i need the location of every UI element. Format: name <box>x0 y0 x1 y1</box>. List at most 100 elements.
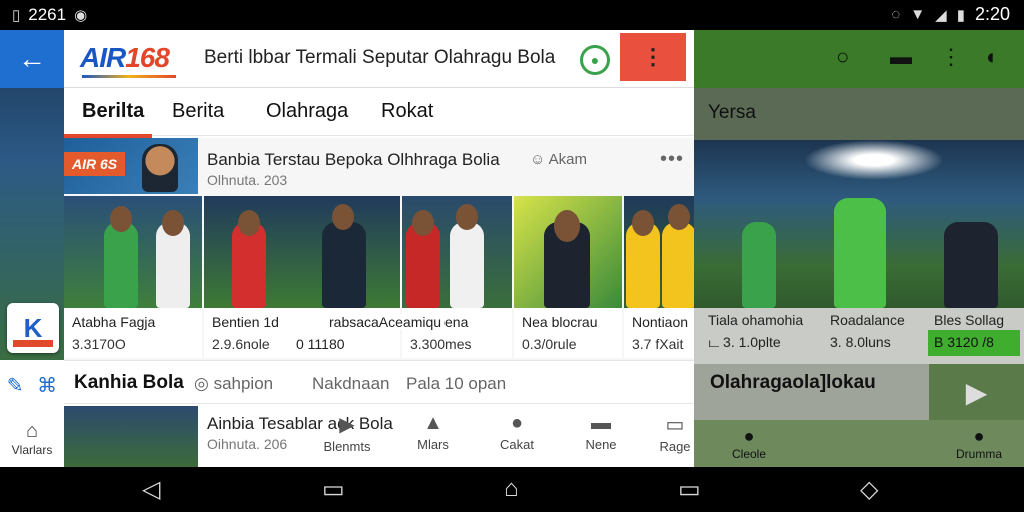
bookmark-icon[interactable]: ⌘ <box>37 373 57 398</box>
bottom-nav-nene[interactable]: ▬ Nene <box>566 412 636 452</box>
player-tile[interactable]: Bentien 1d 2.9.6nole <box>204 196 400 358</box>
search-button[interactable]: ● <box>580 45 610 75</box>
bottom-nav-label: Mlars <box>417 437 449 452</box>
overview-icon[interactable]: ▭ <box>678 475 701 504</box>
brand-logo-number: 168 <box>125 42 170 73</box>
right-nav-cleole[interactable]: ● Cleole <box>714 426 784 461</box>
alarm-clock-icon: ◌ <box>891 6 901 23</box>
bottom-nav-label: Rage <box>659 439 691 454</box>
section-link-label: sahpion <box>213 374 274 393</box>
section-link-nakdnaan[interactable]: Nakdnaan <box>312 374 390 394</box>
tablet-icon: ▬ <box>591 412 611 434</box>
right-tab[interactable]: Yersa <box>708 102 756 124</box>
featured-card[interactable]: AIR 6S Banbia Terstau Bepoka Olhhraga Bo… <box>64 138 694 360</box>
tile-name-shared: rabsacaAceamiqu <box>329 314 442 330</box>
tile-name: Atabha Fagja <box>72 314 156 330</box>
home-icon: ⌂ <box>25 420 39 442</box>
featured-title: Banbia Terstau Bepoka Olhhraga Bolia <box>207 150 500 169</box>
player-tile[interactable]: Dlelibena 3.300mes <box>402 196 512 358</box>
featured-action-label: Akam <box>548 151 587 168</box>
player-image <box>64 196 202 308</box>
right-tile-meta: 3. 8.0luns <box>830 334 891 350</box>
right-tile-meta-badge: B 3120 /8 <box>928 330 1020 356</box>
signal-icon: ◢ <box>935 6 947 24</box>
article-thumbnail <box>64 406 198 467</box>
more-vertical-icon[interactable]: ⋮ <box>940 44 962 70</box>
bottom-nav-mlars[interactable]: ▲ Mlars <box>398 412 468 452</box>
profile-icon: ● <box>743 426 755 446</box>
wifi-icon: ▼ <box>910 6 926 23</box>
article-row[interactable]: Ainbia Tesablar ack Bola Oihnuta. 206 ▶ B… <box>64 404 694 467</box>
app-logo-icon[interactable]: K <box>7 303 59 353</box>
player-tile[interactable]: Nea blocrau 0.3/0rule <box>514 196 622 358</box>
overflow-menu-button[interactable]: ⋮ <box>620 33 686 81</box>
tile-meta: 3.300mes <box>410 336 472 352</box>
tile-name: Nontiaon <box>632 314 689 330</box>
tile-meta: 2.9.6nole <box>212 336 270 352</box>
featured-badge: AIR 6S <box>64 152 126 176</box>
battery-icon: ▮ <box>956 6 965 24</box>
tab-rokat[interactable]: Rokat <box>381 100 433 123</box>
main-app-panel: AIR168 Berti lbbar Termali Seputar Olahr… <box>64 30 694 467</box>
section-link-sahpion[interactable]: ◎ sahpion <box>194 374 273 394</box>
left-nav-label: Vlarlars <box>11 443 53 457</box>
right-nav-label: Drumma <box>955 447 1002 461</box>
tile-meta: 0.3/0rule <box>522 336 577 352</box>
back-button[interactable]: ← <box>0 30 64 88</box>
search-icon[interactable]: ○ <box>836 44 849 70</box>
right-tile-name: Roadalance <box>830 312 905 328</box>
bottom-nav-blenmts[interactable]: ▶ Blenmts <box>312 412 382 454</box>
play-button[interactable]: ▶ <box>929 364 1024 420</box>
right-tile-name: Tiala ohamohia <box>708 312 804 328</box>
account-icon[interactable]: ◐ <box>986 44 999 70</box>
right-tile-meta: ட 3. 1.0plte <box>708 334 781 350</box>
tile-overlay-name: rabsacaAceamiqu <box>326 314 445 330</box>
home-icon[interactable]: ⌂ <box>504 475 519 503</box>
tab-berilta[interactable]: Berilta <box>82 100 144 123</box>
right-nav-label: Cleole <box>731 447 767 461</box>
pencil-icon[interactable]: ✎ <box>7 373 24 398</box>
recents-icon[interactable]: ▭ <box>322 475 345 504</box>
search-icon: ● <box>590 52 600 68</box>
rotate-icon[interactable]: ◇ <box>860 475 878 504</box>
player-tile[interactable]: Atabha Fagja 3.3170O <box>64 196 202 358</box>
bottom-nav-cakat[interactable]: ● Cakat <box>482 412 552 452</box>
play-icon: ▶ <box>339 414 355 436</box>
section-link-pala[interactable]: Pala 10 opan <box>406 374 506 394</box>
tile-meta: 3.7 fXait <box>632 336 684 352</box>
right-hero-image[interactable] <box>694 140 1024 308</box>
right-nav-drumma[interactable]: ● Drumma <box>944 426 1014 461</box>
more-vertical-icon: ⋮ <box>642 44 664 69</box>
tab-bar: Berilta Berita Olahraga Rokat <box>64 88 694 136</box>
player-image <box>624 196 694 308</box>
page-title: Berti lbbar Termali Seputar Olahragu Bol… <box>204 47 556 68</box>
right-bottom-nav: ● Cleole ● Drumma <box>694 420 1024 467</box>
tile-meta-shared: 0 11180 <box>296 336 345 352</box>
more-horizontal-icon[interactable]: ••• <box>660 148 684 171</box>
tile-overlay-text: 0 11180 <box>296 336 345 352</box>
tab-olahraga[interactable]: Olahraga <box>266 100 348 123</box>
player-tile[interactable]: Nontiaon 3.7 fXait <box>624 196 694 358</box>
featured-date: Olhnuta. 203 <box>207 172 288 188</box>
back-icon[interactable]: ◁ <box>142 475 160 504</box>
right-app-header: ○ ▬ ⋮ ◐ <box>694 30 1024 88</box>
featured-action[interactable]: ☺ Akam <box>530 151 587 168</box>
app-header: AIR168 Berti lbbar Termali Seputar Olahr… <box>64 30 694 88</box>
tile-name: Bentien 1d <box>212 314 279 330</box>
tile-name: Nea blocrau <box>522 314 598 330</box>
featured-thumbnail: AIR 6S <box>64 138 198 194</box>
right-tiles: Tiala ohamohia ட 3. 1.0plte Roadalance 3… <box>694 308 1024 364</box>
right-section-title: Olahragaola]lokau <box>710 372 876 393</box>
left-nav-home[interactable]: ⌂ Vlarlars <box>0 410 64 467</box>
right-tile-name: Bles Sollag <box>934 312 1005 328</box>
brand-logo[interactable]: AIR168 <box>80 42 176 78</box>
player-image <box>402 196 512 308</box>
bottom-nav-rage[interactable]: ▭ Rage <box>640 412 694 454</box>
player-image <box>204 196 400 308</box>
tab-berita[interactable]: Berita <box>172 100 224 123</box>
chat-icon[interactable]: ▬ <box>890 44 912 70</box>
player-tiles: Atabha Fagja 3.3170O Bentien 1d 2.9.6nol… <box>64 196 694 358</box>
brand-logo-text: AIR <box>80 42 126 73</box>
right-section: Olahragaola]lokau ▶ <box>694 364 1024 420</box>
bottom-nav-label: Nene <box>585 437 617 452</box>
